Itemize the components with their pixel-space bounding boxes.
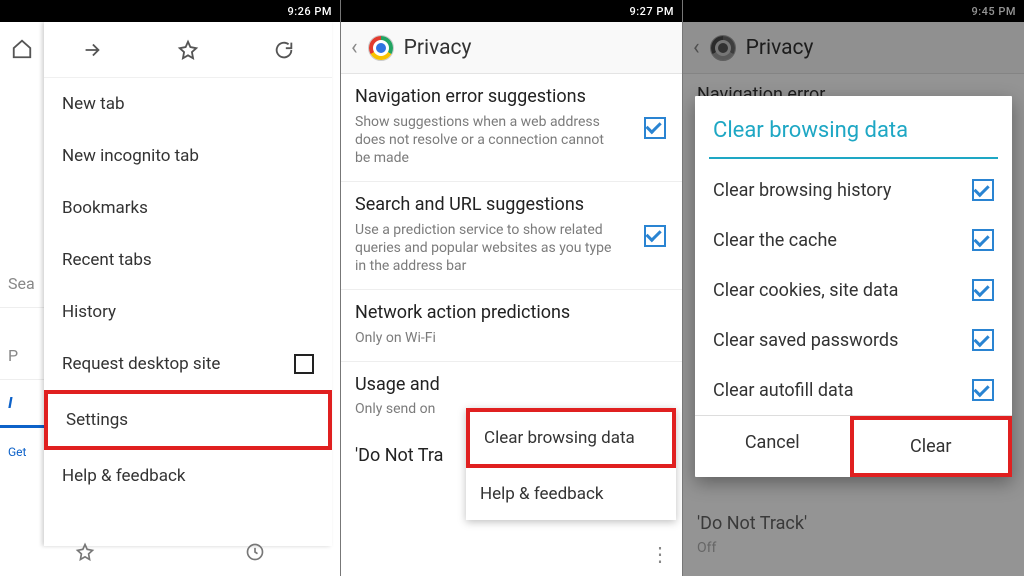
menu-label: New tab [62, 94, 125, 114]
option-label: Clear cookies, site data [713, 280, 898, 301]
bg-row: I [0, 380, 44, 428]
pref-title: Network action predictions [355, 302, 668, 325]
menu-label: New incognito tab [62, 146, 199, 166]
reload-icon[interactable] [273, 39, 295, 61]
home-icon[interactable] [7, 34, 37, 64]
option-cache[interactable]: Clear the cache [695, 215, 1012, 265]
popup-help[interactable]: Help & feedback [466, 468, 676, 520]
toolbar-left [0, 22, 44, 64]
header-title: Privacy [404, 36, 472, 60]
menu-label: History [62, 302, 116, 322]
checkbox-checked-icon[interactable] [972, 329, 994, 351]
pref-nav-error[interactable]: Navigation error suggestions Show sugges… [341, 74, 682, 182]
chrome-logo-icon [368, 35, 394, 61]
checkbox-checked-icon[interactable] [644, 225, 666, 247]
menu-label: Bookmarks [62, 198, 148, 218]
bookmark-star-icon[interactable] [0, 542, 170, 562]
pref-subtitle: Use a prediction service to show related… [355, 221, 668, 276]
menu-help[interactable]: Help & feedback [44, 450, 332, 502]
pref-subtitle: Show suggestions when a web address does… [355, 113, 668, 168]
checkbox-checked-icon[interactable] [972, 229, 994, 251]
overflow-menu: New tab New incognito tab Bookmarks Rece… [44, 22, 332, 546]
menu-label: Help & feedback [62, 466, 185, 486]
checkbox-checked-icon[interactable] [972, 379, 994, 401]
popup-clear-browsing-data[interactable]: Clear browsing data [466, 408, 676, 468]
checkbox-checked-icon[interactable] [972, 179, 994, 201]
bg-dnt-sub: Off [697, 540, 716, 556]
menu-request-desktop[interactable]: Request desktop site [44, 338, 332, 390]
cancel-button[interactable]: Cancel [695, 416, 850, 477]
context-popup: Clear browsing data Help & feedback [466, 408, 676, 520]
menu-icon-row [44, 22, 332, 78]
option-cookies[interactable]: Clear cookies, site data [695, 265, 1012, 315]
search-box-fragment[interactable]: Sea [0, 260, 44, 308]
checkbox-checked-icon[interactable] [644, 117, 666, 139]
dialog-title: Clear browsing data [695, 96, 1012, 157]
menu-history[interactable]: History [44, 286, 332, 338]
status-bar: 9:26 PM [0, 0, 340, 22]
menu-label: Recent tabs [62, 250, 152, 270]
dialog-actions: Cancel Clear [695, 415, 1012, 477]
pref-search-suggest[interactable]: Search and URL suggestions Use a predict… [341, 182, 682, 290]
pref-title: Usage and [355, 374, 668, 397]
status-time: 9:26 PM [287, 5, 332, 18]
option-label: Clear saved passwords [713, 330, 898, 351]
screenshot-step-3: 9:45 PM ‹ Privacy Navigation error Clear… [683, 0, 1024, 576]
option-label: Clear autofill data [713, 380, 854, 401]
history-clock-icon[interactable] [170, 542, 340, 562]
pref-subtitle: Only on Wi-Fi [355, 329, 668, 347]
bg-row: Get [0, 428, 44, 476]
menu-settings[interactable]: Settings [44, 390, 332, 450]
menu-label: Request desktop site [62, 354, 220, 374]
checkbox-checked-icon[interactable] [972, 279, 994, 301]
clear-button[interactable]: Clear [850, 416, 1013, 477]
pref-network-predict[interactable]: Network action predictions Only on Wi-Fi [341, 290, 682, 362]
checkbox-unchecked-icon[interactable] [294, 354, 314, 374]
status-bar: 9:27 PM [341, 0, 682, 22]
bottom-toolbar [0, 528, 340, 576]
bg-dnt-title: 'Do Not Track' [697, 513, 807, 534]
header-bar: ‹ Privacy [341, 22, 682, 74]
star-icon[interactable] [177, 39, 199, 61]
menu-recent-tabs[interactable]: Recent tabs [44, 234, 332, 286]
background-content: Sea P I Get [0, 260, 44, 476]
screenshot-step-2: 9:27 PM ‹ Privacy Navigation error sugge… [341, 0, 683, 576]
option-history[interactable]: Clear browsing history [695, 165, 1012, 215]
screenshot-step-1: 9:26 PM Sea P I Get [0, 0, 341, 576]
overflow-icon[interactable]: ⋮ [650, 542, 668, 566]
option-label: Clear browsing history [713, 180, 891, 201]
option-label: Clear the cache [713, 230, 837, 251]
menu-new-tab[interactable]: New tab [44, 78, 332, 130]
menu-bookmarks[interactable]: Bookmarks [44, 182, 332, 234]
clear-data-dialog: Clear browsing data Clear browsing histo… [695, 96, 1012, 477]
dialog-separator [709, 157, 998, 159]
menu-label: Settings [66, 410, 128, 430]
forward-icon[interactable] [81, 39, 103, 61]
option-passwords[interactable]: Clear saved passwords [695, 315, 1012, 365]
status-time: 9:27 PM [629, 5, 674, 18]
pref-title: Search and URL suggestions [355, 194, 668, 217]
option-autofill[interactable]: Clear autofill data [695, 365, 1012, 415]
back-icon[interactable]: ‹ [351, 35, 358, 60]
pref-title: Navigation error suggestions [355, 86, 668, 109]
menu-new-incognito[interactable]: New incognito tab [44, 130, 332, 182]
bg-row: P [0, 332, 44, 380]
